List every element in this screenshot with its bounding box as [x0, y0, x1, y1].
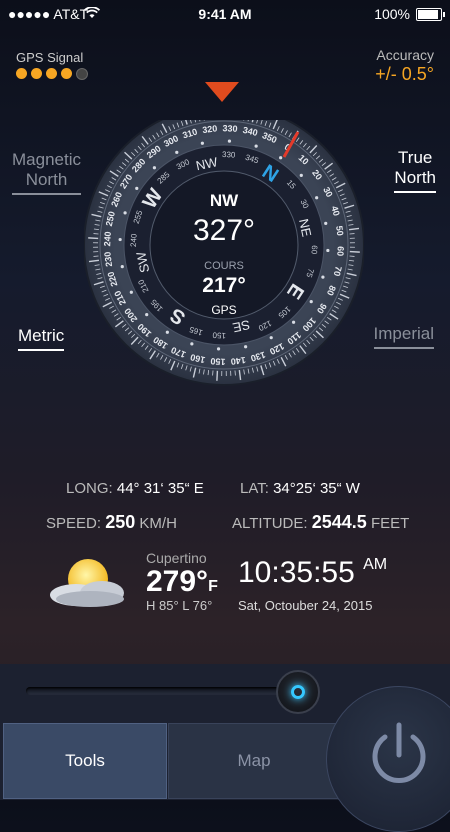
- gps-signal-label: GPS Signal: [16, 50, 83, 65]
- weather-high-low: H 85° L 76°: [146, 598, 212, 613]
- inner-degree-label: 330: [222, 150, 236, 160]
- clock-date: Sat, Octouber 24, 2015: [238, 598, 372, 613]
- weather-temperature: 279°F: [146, 565, 218, 599]
- inner-degree-label: 240: [129, 233, 139, 247]
- true-north-label-1: True: [394, 148, 436, 168]
- gps-dot: [31, 68, 42, 79]
- battery-icon: [416, 8, 442, 21]
- course-label: COURS: [204, 260, 244, 272]
- dot-mark: [255, 144, 258, 147]
- dot-mark: [217, 347, 220, 350]
- gps-signal-indicator: [16, 68, 88, 80]
- accuracy-value: +/- 0.5°: [375, 64, 434, 85]
- battery-percent: 100%: [374, 6, 410, 22]
- slider-track[interactable]: [26, 687, 296, 695]
- dot-mark: [145, 313, 148, 316]
- imperial-toggle[interactable]: Imperial: [374, 324, 434, 349]
- heading-degrees: 327°: [193, 214, 255, 247]
- dot-mark: [201, 142, 204, 145]
- tick-mark: [350, 252, 360, 253]
- gps-dot: [76, 68, 88, 80]
- dot-mark: [326, 249, 329, 252]
- speed-label: SPEED:: [46, 515, 101, 532]
- course-source: GPS: [211, 303, 236, 317]
- dot-mark: [324, 222, 327, 225]
- altitude-unit: FEET: [371, 515, 409, 532]
- magnetic-north-label-2: North: [12, 170, 81, 190]
- dot-mark: [135, 187, 138, 190]
- metric-toggle[interactable]: Metric: [18, 326, 64, 351]
- dot-mark: [310, 300, 313, 303]
- magnetic-north-label-1: Magnetic: [12, 150, 81, 170]
- degree-label: 330: [222, 123, 238, 134]
- temperature-value: 279°: [146, 565, 208, 598]
- longitude-row: LONG: 44° 31‘ 35“ E: [66, 480, 204, 497]
- tick-mark: [217, 371, 218, 381]
- tab-map[interactable]: Map: [168, 723, 340, 799]
- dot-mark: [121, 265, 124, 268]
- degree-label: 140: [230, 355, 246, 367]
- partly-cloudy-icon: [40, 557, 130, 609]
- dot-mark: [270, 336, 273, 339]
- tick-mark: [88, 238, 98, 239]
- dot-mark: [166, 331, 169, 334]
- dot-mark: [228, 140, 231, 143]
- dot-mark: [123, 211, 126, 214]
- gps-dot: [16, 68, 27, 79]
- latitude-row: LAT: 34°25‘ 35“ W: [240, 480, 360, 497]
- dot-mark: [153, 166, 156, 169]
- clock-time-row: 10:35:55 AM: [238, 556, 387, 590]
- altitude-label: ALTITUDE:: [232, 515, 308, 532]
- inner-degree-label: 60: [310, 245, 319, 255]
- dot-mark: [292, 321, 295, 324]
- degree-label: 60: [335, 246, 346, 257]
- degree-label: 150: [210, 356, 226, 367]
- dot-mark: [279, 156, 282, 159]
- clock-time: 10:35:55: [238, 556, 355, 589]
- altitude-value: 2544.5: [312, 512, 367, 532]
- tab-tools[interactable]: Tools: [3, 723, 167, 799]
- clock-ampm: AM: [363, 556, 387, 573]
- true-north-label-2: North: [394, 168, 436, 188]
- dot-mark: [300, 174, 303, 177]
- temperature-unit: F: [208, 578, 218, 595]
- inner-degree-label: 150: [212, 330, 226, 340]
- latitude-label: LAT:: [240, 480, 269, 497]
- slider-knob[interactable]: [276, 670, 320, 714]
- latitude-value: 34°25‘ 35“ W: [273, 480, 360, 497]
- course-degrees: 217°: [202, 274, 245, 297]
- dot-mark: [190, 342, 193, 345]
- longitude-value: 44° 31‘ 35“ E: [117, 480, 204, 497]
- heading-pointer-icon: [205, 82, 239, 102]
- true-north-toggle[interactable]: True North: [394, 148, 436, 193]
- power-icon: [359, 715, 439, 795]
- compass-dial[interactable]: 0102030405060708090100110120130140150160…: [84, 120, 364, 390]
- degree-label: 320: [202, 123, 218, 135]
- weather-city: Cupertino: [146, 550, 207, 566]
- magnetic-north-toggle[interactable]: Magnetic North: [12, 150, 81, 195]
- dot-mark: [130, 291, 133, 294]
- degree-label: 50: [334, 225, 345, 236]
- degree-label: 240: [102, 231, 113, 247]
- dot-mark: [175, 151, 178, 154]
- speed-unit: KM/H: [139, 515, 177, 532]
- speed-value: 250: [105, 512, 135, 532]
- longitude-label: LONG:: [66, 480, 113, 497]
- heading-direction: NW: [210, 191, 239, 210]
- degree-label: 230: [102, 251, 114, 267]
- altitude-row: ALTITUDE: 2544.5 FEET: [232, 512, 409, 533]
- gps-dot: [46, 68, 57, 79]
- dot-mark: [315, 196, 318, 199]
- dot-mark: [119, 238, 122, 241]
- dot-mark: [321, 276, 324, 279]
- dot-mark: [244, 345, 247, 348]
- gps-dot: [61, 68, 72, 79]
- accuracy-label: Accuracy: [376, 47, 434, 63]
- speed-row: SPEED: 250 KM/H: [46, 512, 177, 533]
- status-bar: ●●●●● AT&T 9:41 AM 100%: [0, 0, 450, 28]
